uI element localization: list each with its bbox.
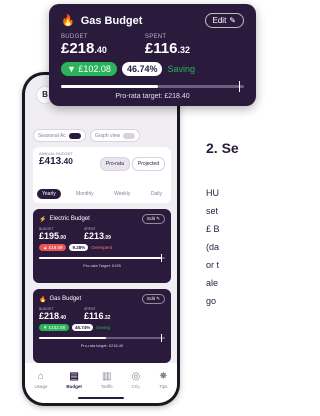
seasonal-toggle-label: Seasonal Ac	[38, 132, 66, 139]
nav-tips[interactable]: ✸ Tips	[159, 370, 168, 389]
leaf-icon: ◎	[131, 370, 141, 382]
phone-screen: B Seasonal Ac Graph view ANNUAL BUDGET £…	[25, 75, 177, 403]
flame-icon: 🔥	[39, 296, 47, 303]
segment-projected[interactable]: Projected	[131, 157, 165, 171]
tab-weekly[interactable]: Weekly	[109, 189, 135, 199]
zoom-prorata: Pro-rata target: £218.40	[115, 93, 190, 100]
gas-status-row: ▼ £102.08 46.74% Saving	[39, 324, 165, 331]
zoom-spent: SPENT £116.32	[145, 34, 190, 57]
gas-card-name: Gas Budget	[49, 296, 82, 302]
section-heading: 2. Se	[206, 140, 239, 156]
body-line: (da	[206, 242, 220, 252]
gas-spent: SPENT £116.32	[84, 307, 110, 321]
budget-icon: ▤	[69, 370, 79, 382]
body-line: HU	[206, 188, 219, 198]
gas-budget-amount: £218.40	[39, 311, 66, 321]
zoom-percent-badge: 46.74%	[121, 62, 163, 76]
zoom-edit-label: Edit	[212, 16, 227, 25]
electric-progress-bar	[39, 254, 165, 262]
electric-edit-button[interactable]: Edit ✎	[142, 214, 165, 224]
gas-progress-fill	[39, 337, 106, 339]
electric-spent: SPENT £213.09	[84, 227, 111, 241]
zoom-diff-badge: ▼ £102.08	[61, 62, 117, 76]
tab-monthly[interactable]: Monthly	[71, 189, 99, 199]
electric-target-marker	[161, 254, 163, 262]
gas-diff-badge: ▼ £102.08	[39, 324, 69, 331]
gas-prorata: Pro-rata target: £218.40	[80, 343, 124, 348]
electric-percent-badge: 9.28%	[69, 244, 89, 251]
gas-progress-bar	[39, 334, 165, 342]
section-body: HU set £ B (da or t ale go	[206, 184, 220, 310]
pencil-icon: ✎	[156, 296, 160, 301]
electric-diff-badge: ▲ £18.09	[39, 244, 67, 251]
pencil-icon: ✎	[156, 216, 160, 221]
zoom-edit-button[interactable]: Edit ✎	[204, 13, 244, 28]
gas-card-title: 🔥 Gas Budget	[39, 296, 81, 303]
electric-budget-amount: £195.00	[39, 231, 66, 241]
tips-icon: ✸	[159, 370, 168, 382]
gas-percent-badge: 46.74%	[71, 324, 94, 331]
electric-budget: BUDGET £195.00	[39, 227, 66, 241]
graph-view-label: Graph view	[94, 132, 121, 139]
seasonal-switch[interactable]	[68, 132, 81, 139]
zoomed-gas-budget-card[interactable]: 🔥 Gas Budget Edit ✎ BUDGET £218.40 SPENT…	[49, 4, 256, 106]
zoom-card-name: Gas Budget	[80, 14, 143, 27]
tariffs-icon: ▥	[101, 370, 112, 382]
gas-target-marker	[161, 334, 163, 342]
flame-icon: 🔥	[61, 15, 75, 27]
gas-spent-amount: £116.32	[83, 311, 111, 321]
zoom-progress-bar	[61, 81, 244, 92]
zoom-target-marker	[238, 81, 240, 92]
tab-daily[interactable]: Daily	[146, 189, 167, 199]
zoom-status-row: ▼ £102.08 46.74% Saving	[61, 62, 244, 76]
body-line: £ B	[206, 224, 220, 234]
home-icon: ⌂	[37, 370, 44, 382]
body-line: set	[206, 206, 219, 216]
electric-card-name: Electric Budget	[49, 216, 90, 222]
mode-segment: Pro-rata Projected	[99, 157, 165, 171]
zoom-spent-amount: £116.32	[144, 40, 190, 57]
nav-co2[interactable]: ◎ CO₂	[131, 370, 141, 389]
body-line: or t	[206, 260, 220, 270]
electric-budget-card[interactable]: ⚡ Electric Budget Edit ✎ BUDGET £195.00 …	[33, 209, 171, 283]
gas-status-text: Saving	[96, 325, 111, 330]
segment-pro-rata[interactable]: Pro-rata	[99, 157, 130, 171]
electric-status-row: ▲ £18.09 9.28% Overspent	[39, 244, 165, 251]
bolt-icon: ⚡	[39, 216, 47, 223]
zoom-budget: BUDGET £218.40	[61, 34, 107, 57]
electric-progress-fill	[39, 257, 162, 259]
zoom-budget-amount: £218.40	[61, 40, 107, 57]
graph-view-switch[interactable]	[123, 132, 136, 139]
gas-budget-card[interactable]: 🔥 Gas Budget Edit ✎ BUDGET £218.40 SPENT…	[33, 289, 171, 363]
zoom-status-text: Saving	[167, 64, 196, 74]
phone-mockup: B Seasonal Ac Graph view ANNUAL BUDGET £…	[22, 72, 180, 406]
gas-budget: BUDGET £218.40	[39, 307, 66, 321]
annual-summary: ANNUAL BUDGET £413.40 Pro-rata Projected…	[33, 147, 171, 203]
zoom-card-title: 🔥 Gas Budget	[61, 14, 143, 28]
tab-yearly[interactable]: Yearly	[37, 189, 61, 199]
seasonal-toggle[interactable]: Seasonal Ac	[33, 129, 86, 142]
graph-view-toggle[interactable]: Graph view	[89, 129, 141, 142]
body-line: ale	[206, 278, 219, 288]
home-indicator	[78, 397, 124, 399]
body-line: go	[206, 296, 217, 306]
nav-budget[interactable]: ▤ Budget	[66, 370, 82, 389]
nav-usage[interactable]: ⌂ Usage	[34, 370, 47, 389]
period-tabs: Yearly Monthly Weekly Daily	[37, 189, 167, 199]
electric-spent-amount: £213.09	[83, 231, 111, 241]
electric-status-text: Overspent	[91, 245, 112, 250]
gas-edit-button[interactable]: Edit ✎	[142, 294, 165, 304]
electric-prorata: Pro-rata Target: £195	[83, 263, 121, 268]
view-toggles: Seasonal Ac Graph view	[33, 129, 171, 142]
nav-tariffs[interactable]: ▥ Tariffs	[101, 370, 113, 389]
zoom-progress-fill	[61, 85, 158, 88]
pencil-icon: ✎	[229, 16, 236, 25]
electric-card-title: ⚡ Electric Budget	[39, 216, 90, 223]
